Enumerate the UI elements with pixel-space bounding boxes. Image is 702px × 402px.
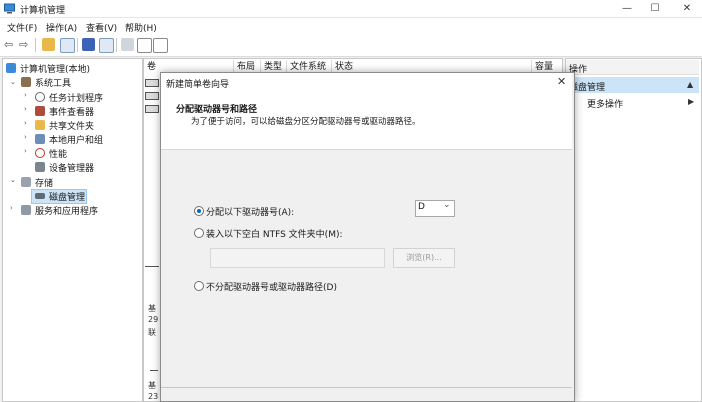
chevron-right-icon[interactable]: › xyxy=(10,204,13,212)
tree-item-system-tools[interactable]: 系统工具 xyxy=(35,76,71,89)
show-tree-icon[interactable] xyxy=(60,38,75,53)
tree-item-disk-management[interactable]: 磁盘管理 xyxy=(49,190,85,203)
disk-info-text: 联 xyxy=(148,328,156,337)
action-more-actions[interactable]: 更多操作 xyxy=(587,97,623,110)
connect-icon[interactable] xyxy=(121,38,134,51)
menu-action[interactable]: 操作(A) xyxy=(46,21,77,34)
close-button[interactable]: ✕ xyxy=(672,0,702,17)
chevron-down-icon[interactable]: ⌄ xyxy=(10,78,16,86)
toolbar-separator xyxy=(35,38,36,52)
tools-icon xyxy=(21,77,31,87)
chevron-down-icon[interactable]: ⌄ xyxy=(10,176,16,184)
toolbar-separator xyxy=(77,38,78,52)
submenu-arrow-icon[interactable]: ▶ xyxy=(688,97,694,106)
disk-icon xyxy=(35,193,45,199)
folder-path-input[interactable] xyxy=(210,248,385,268)
volume-row-icon[interactable] xyxy=(145,79,159,87)
chevron-down-icon[interactable]: ⌄ xyxy=(443,200,451,210)
toolbar-separator xyxy=(116,38,117,52)
wizard-footer-divider xyxy=(161,387,572,388)
tree-item-event-viewer[interactable]: 事件查看器 xyxy=(49,105,94,118)
properties-icon[interactable] xyxy=(99,38,114,53)
menu-help[interactable]: 帮助(H) xyxy=(125,21,157,34)
wizard-subheading: 为了便于访问，可以给磁盘分区分配驱动器号或驱动器路径。 xyxy=(191,117,421,127)
clock-icon xyxy=(35,92,45,102)
volume-row-icon[interactable] xyxy=(145,105,159,113)
window-title: 计算机管理 xyxy=(20,6,66,16)
check-icon[interactable] xyxy=(137,38,152,53)
disk-info-text: 基 xyxy=(148,304,156,313)
label-no-drive-letter[interactable]: 不分配驱动器号或驱动器路径(D) xyxy=(206,280,337,293)
radio-assign-drive-letter[interactable] xyxy=(194,206,204,216)
wizard-heading: 分配驱动器号和路径 xyxy=(176,105,258,115)
help-icon[interactable] xyxy=(82,38,95,51)
radio-mount-folder[interactable] xyxy=(194,228,204,238)
device-manager-icon xyxy=(35,162,45,172)
maximize-button[interactable]: ☐ xyxy=(640,0,670,17)
forward-icon[interactable]: ⇨ xyxy=(19,38,28,51)
tree-item-shared-folders[interactable]: 共享文件夹 xyxy=(49,119,94,132)
label-assign-drive-letter[interactable]: 分配以下驱动器号(A): xyxy=(206,205,294,218)
chevron-right-icon[interactable]: › xyxy=(24,105,27,113)
disk-info-text: 29 xyxy=(148,315,159,324)
event-viewer-icon xyxy=(35,106,45,116)
chevron-right-icon[interactable]: › xyxy=(24,147,27,155)
wizard-close-button[interactable]: ✕ xyxy=(557,75,566,88)
list-view-icon[interactable] xyxy=(153,38,168,53)
services-icon xyxy=(21,205,31,215)
tree-item-computer-management[interactable]: 计算机管理(本地) xyxy=(20,62,90,75)
tree-item-performance[interactable]: 性能 xyxy=(49,147,67,160)
storage-icon xyxy=(21,177,31,187)
tree-item-services[interactable]: 服务和应用程序 xyxy=(35,204,98,217)
divider xyxy=(145,266,159,267)
menu-view[interactable]: 查看(V) xyxy=(86,21,117,34)
tree-item-device-manager[interactable]: 设备管理器 xyxy=(49,161,94,174)
volume-row-icon[interactable] xyxy=(145,92,159,100)
chevron-right-icon[interactable]: › xyxy=(24,133,27,141)
title-bar xyxy=(0,0,702,18)
performance-icon xyxy=(35,148,45,158)
computer-icon xyxy=(6,63,16,73)
label-mount-folder[interactable]: 装入以下空白 NTFS 文件夹中(M): xyxy=(206,227,343,240)
divider xyxy=(150,370,158,371)
wizard-title: 新建简单卷向导 xyxy=(166,80,230,90)
users-icon xyxy=(35,134,45,144)
browse-button[interactable]: 浏览(R)... xyxy=(393,248,455,268)
tree-item-task-scheduler[interactable]: 任务计划程序 xyxy=(49,91,103,104)
tree-item-storage[interactable]: 存储 xyxy=(35,176,53,189)
radio-no-drive-letter[interactable] xyxy=(194,281,204,291)
minimize-button[interactable]: — xyxy=(612,0,642,17)
back-icon[interactable]: ⇦ xyxy=(4,38,13,51)
shared-folder-icon xyxy=(35,120,45,130)
chevron-right-icon[interactable]: › xyxy=(24,119,27,127)
drive-letter-value: D xyxy=(418,202,425,212)
tree-item-local-users[interactable]: 本地用户和组 xyxy=(49,133,103,146)
actions-pane xyxy=(565,58,702,402)
collapse-up-icon[interactable]: ▲ xyxy=(687,80,693,89)
up-folder-icon[interactable] xyxy=(42,38,55,51)
computer-management-icon xyxy=(4,3,15,14)
menu-file[interactable]: 文件(F) xyxy=(7,21,37,34)
disk-info-text: 基 xyxy=(148,381,156,390)
chevron-right-icon[interactable]: › xyxy=(24,91,27,99)
